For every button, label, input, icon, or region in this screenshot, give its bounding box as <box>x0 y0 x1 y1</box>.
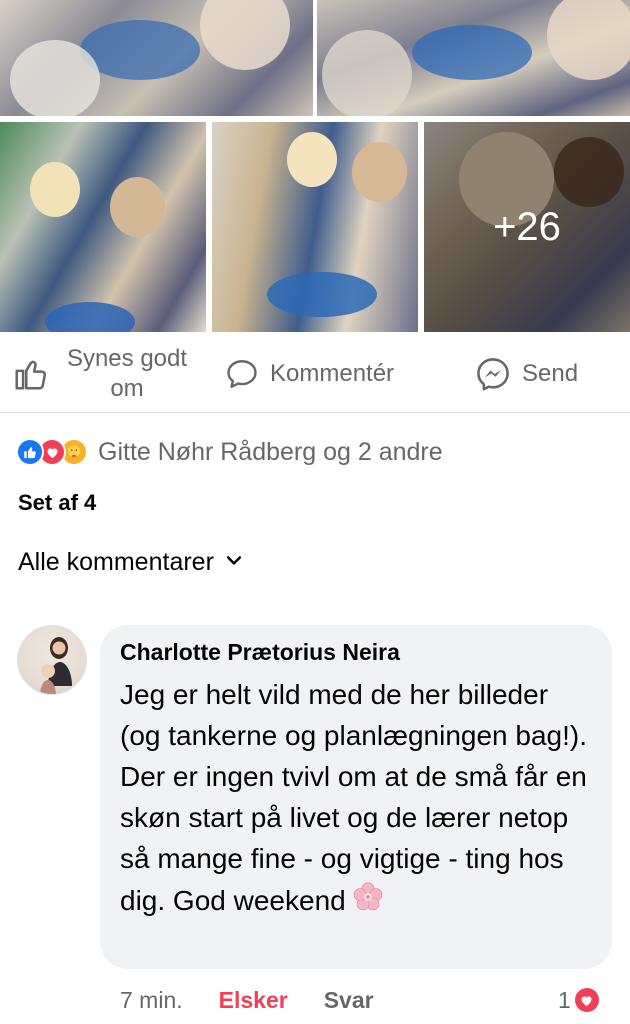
post-photo-5-more[interactable]: +26 <box>424 122 630 332</box>
comment-love-button[interactable]: Elsker <box>219 987 288 1014</box>
like-reaction-icon <box>16 438 44 466</box>
thumbs-up-icon <box>12 355 50 393</box>
chevron-down-icon <box>214 548 244 577</box>
comments-filter-dropdown[interactable]: Alle kommentarer <box>18 548 244 577</box>
comment-text-block: Jeg er helt vild med de her billeder (og… <box>120 674 592 926</box>
more-photos-count[interactable]: +26 <box>424 122 630 332</box>
love-reaction-icon <box>572 986 601 1014</box>
like-button-label: Synes godt om <box>66 345 188 402</box>
comment-button[interactable]: Kommentér <box>224 335 394 413</box>
comment-author[interactable]: Charlotte Prætorius Neira <box>120 639 592 666</box>
comment-reply-button[interactable]: Svar <box>324 987 374 1014</box>
post-photo-1[interactable] <box>0 0 313 116</box>
comment-button-label: Kommentér <box>270 360 395 387</box>
comment-bubble: Charlotte Prætorius Neira Jeg er helt vi… <box>100 625 612 969</box>
commenter-avatar[interactable] <box>17 625 87 695</box>
post-photo-3[interactable] <box>0 122 206 332</box>
comment-reaction-count[interactable]: 1 <box>558 984 601 1016</box>
post-action-bar: Synes godt om Kommentér Send <box>0 335 630 413</box>
post-photo-4[interactable] <box>212 122 418 332</box>
cherry-blossom-icon <box>350 879 386 926</box>
send-button[interactable]: Send <box>474 335 578 413</box>
comment-bubble-icon <box>224 356 260 392</box>
seen-by-count[interactable]: Set af 4 <box>18 490 96 516</box>
reaction-names[interactable]: Gitte Nøhr Rådberg og 2 andre <box>98 438 443 467</box>
comment-meta: 7 min. Elsker Svar <box>120 984 374 1016</box>
comment-timestamp[interactable]: 7 min. <box>120 987 183 1014</box>
send-button-label: Send <box>522 360 579 387</box>
comments-filter-label: Alle kommentarer <box>18 548 214 576</box>
reactions-summary[interactable]: Gitte Nøhr Rådberg og 2 andre <box>16 434 443 470</box>
comment-reaction-count-value: 1 <box>558 986 571 1013</box>
like-button[interactable]: Synes godt om <box>12 335 192 413</box>
post-photo-2[interactable] <box>317 0 630 116</box>
messenger-icon <box>474 355 512 393</box>
